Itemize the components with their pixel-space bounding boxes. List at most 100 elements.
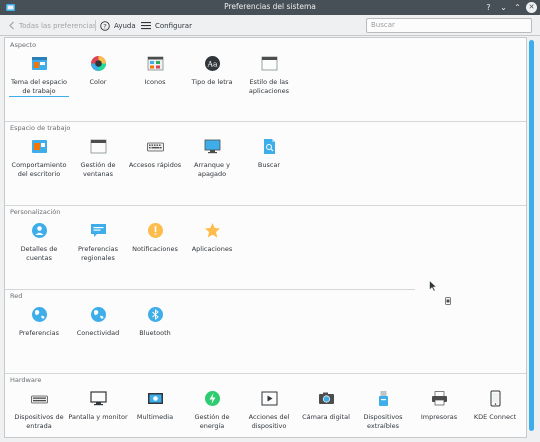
section-divider <box>5 289 415 290</box>
configure-button[interactable]: Configurar <box>141 19 192 32</box>
power-management-item[interactable]: Gestión de energía <box>182 390 242 430</box>
item-label: Preferencias <box>18 329 60 337</box>
section-divider <box>5 121 526 122</box>
startup-shutdown-icon <box>204 139 220 154</box>
item-label: Conectividad <box>76 329 120 337</box>
regional-icon <box>90 224 106 237</box>
section-divider <box>5 205 526 206</box>
item-label: Detalles de cuentas <box>20 245 58 262</box>
toolbar: Todas las preferencias ? Ayuda Configura… <box>0 15 540 36</box>
close-button[interactable]: ✕ <box>526 2 537 13</box>
busy-indicator-icon <box>445 297 451 305</box>
search-input[interactable]: Buscar <box>366 18 532 33</box>
removable-devices-item[interactable]: Dispositivos extraíbles <box>353 390 413 430</box>
app-style-item[interactable]: Estilo de las aplicaciones <box>239 55 299 95</box>
keyboard-icon <box>146 142 164 152</box>
section-espacio-de-trabajo: Espacio de trabajo Comportamiento del es… <box>5 121 526 201</box>
toolbar-separator <box>95 20 96 31</box>
search-settings-item[interactable]: Buscar <box>239 138 299 170</box>
item-label: Color <box>89 78 107 86</box>
multimedia-icon <box>147 393 163 404</box>
bluetooth-item[interactable]: Bluetooth <box>125 306 185 338</box>
item-label: Preferencias regionales <box>77 245 119 262</box>
input-devices-item[interactable]: Dispositivos de entrada <box>9 390 69 430</box>
window-title: Preferencias del sistema <box>224 2 316 11</box>
color-item[interactable]: Color <box>68 55 128 87</box>
section-aspecto: Aspecto Tema del espacio de trabajo Colo… <box>5 38 526 118</box>
item-label: Iconos <box>144 78 166 86</box>
account-details-item[interactable]: Detalles de cuentas <box>9 222 69 262</box>
display-monitor-item[interactable]: Pantalla y monitor <box>68 390 128 422</box>
network-globe-icon <box>31 307 47 322</box>
scrollbar-thumb[interactable] <box>529 40 534 431</box>
item-label: Comportamiento del escritorio <box>11 161 67 178</box>
section-title: Espacio de trabajo <box>10 124 71 132</box>
item-label: Dispositivos de entrada <box>14 413 64 430</box>
applications-item[interactable]: Aplicaciones <box>182 222 242 254</box>
connectivity-item[interactable]: Conectividad <box>68 306 128 338</box>
digital-camera-item[interactable]: Cámara digital <box>296 390 356 422</box>
vertical-scrollbar[interactable] <box>528 37 535 438</box>
font-icon: Aa <box>204 56 220 71</box>
back-arrow-icon <box>9 21 14 30</box>
desktop-behavior-item[interactable]: Comportamiento del escritorio <box>9 138 69 178</box>
monitor-icon <box>89 391 107 406</box>
item-label: Bluetooth <box>139 329 171 337</box>
input-devices-icon <box>30 395 48 404</box>
back-button[interactable]: Todas las preferencias <box>8 19 97 32</box>
desktop-behavior-icon <box>31 140 47 153</box>
connectivity-globe-icon <box>90 307 106 322</box>
item-label: Cámara digital <box>302 413 350 421</box>
account-icon <box>31 223 47 238</box>
item-label: Estilo de las aplicaciones <box>248 78 290 95</box>
device-actions-item[interactable]: Acciones del dispositivo <box>239 390 299 430</box>
mouse-cursor-icon <box>429 280 437 292</box>
help-button-label: Ayuda <box>114 21 136 30</box>
item-label: Multimedia <box>136 413 174 421</box>
maximize-button[interactable]: ⌃ <box>512 2 523 13</box>
workspace-theme-icon <box>31 57 47 70</box>
settings-grid: Aspecto Tema del espacio de trabajo Colo… <box>4 37 527 438</box>
shortcuts-item[interactable]: Accesos rápidos <box>125 138 185 170</box>
window-management-item[interactable]: Gestión de ventanas <box>68 138 128 178</box>
section-hardware: Hardware Dispositivos de entrada Pantall… <box>5 373 526 437</box>
item-label: Pantalla y monitor <box>68 413 128 421</box>
removable-devices-icon <box>378 391 388 406</box>
help-window-button[interactable]: ? <box>483 2 494 13</box>
configure-button-label: Configurar <box>155 21 192 30</box>
color-icon <box>90 56 106 71</box>
font-item[interactable]: Aa Tipo de letra <box>182 55 242 87</box>
section-divider <box>5 373 526 374</box>
section-title: Hardware <box>10 376 42 384</box>
multimedia-item[interactable]: Multimedia <box>125 390 185 422</box>
icons-icon <box>147 56 163 71</box>
item-label: Impresoras <box>420 413 458 421</box>
app-style-icon <box>261 56 277 71</box>
power-icon <box>204 391 220 406</box>
item-label: Gestión de energía <box>194 413 230 430</box>
section-personalizacion: Personalización Detalles de cuentas Pref… <box>5 205 526 285</box>
icons-item[interactable]: Iconos <box>125 55 185 87</box>
startup-shutdown-item[interactable]: Arranque y apagado <box>182 138 242 178</box>
item-label: Acciones del dispositivo <box>248 413 290 430</box>
applications-star-icon <box>204 223 220 238</box>
notifications-icon <box>147 223 163 238</box>
item-label: Buscar <box>257 161 281 169</box>
minimize-button[interactable]: ⌄ <box>498 2 509 13</box>
section-title: Aspecto <box>10 41 37 49</box>
item-label: Accesos rápidos <box>128 161 182 169</box>
svg-text:Aa: Aa <box>206 60 217 69</box>
svg-text:?: ? <box>103 22 106 30</box>
printer-icon <box>431 391 447 406</box>
printers-item[interactable]: Impresoras <box>409 390 469 422</box>
title-bar: Preferencias del sistema ? ⌄ ⌃ ✕ <box>0 0 540 15</box>
workspace-theme-item[interactable]: Tema del espacio de trabajo <box>9 55 69 97</box>
notifications-item[interactable]: Notificaciones <box>125 222 185 254</box>
window-management-icon <box>90 139 106 154</box>
regional-item[interactable]: Preferencias regionales <box>68 222 128 262</box>
kde-connect-item[interactable]: KDE Connect <box>465 390 525 422</box>
section-title: Red <box>10 292 23 300</box>
item-label: Aplicaciones <box>191 245 233 253</box>
network-preferences-item[interactable]: Preferencias <box>9 306 69 338</box>
help-button[interactable]: ? Ayuda <box>100 19 136 32</box>
